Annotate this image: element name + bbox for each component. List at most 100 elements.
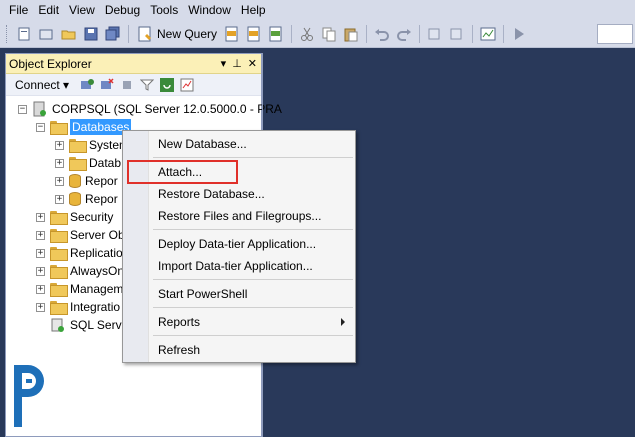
menu-window[interactable]: Window: [183, 3, 236, 17]
node-label: Security: [70, 210, 114, 224]
new-query-button[interactable]: New Query: [137, 26, 217, 42]
navigate-forward-icon[interactable]: [449, 26, 465, 42]
connect-object-icon[interactable]: [80, 78, 95, 92]
object-explorer-title: Object Explorer: [9, 56, 92, 71]
object-explorer-title-bar[interactable]: Object Explorer ▾ ⊥ ✕: [6, 54, 261, 74]
menu-item-attach[interactable]: Attach...: [123, 161, 355, 183]
pin-icon[interactable]: ⊥: [232, 57, 242, 70]
new-project-icon[interactable]: [17, 26, 33, 42]
expand-icon[interactable]: +: [55, 176, 64, 186]
menu-item-import-data-tier[interactable]: Import Data-tier Application...: [123, 255, 355, 277]
tree-node-database-snapshots[interactable]: + Datab: [55, 154, 121, 172]
menu-item-label: Reports: [158, 315, 201, 329]
redo-icon[interactable]: [396, 26, 412, 42]
node-label: Repor: [85, 174, 118, 188]
navigate-backward-icon[interactable]: [427, 26, 443, 42]
node-label: SQL Serve: [70, 318, 129, 332]
database-icon: [69, 174, 81, 188]
toolbar-grip[interactable]: [6, 24, 9, 43]
tree-node-management[interactable]: + Managem: [36, 280, 123, 298]
tree-node-integration-services[interactable]: + Integratio: [36, 298, 120, 316]
menu-item-start-powershell[interactable]: Start PowerShell: [123, 283, 355, 305]
toolbar-separator: [128, 24, 129, 43]
start-debugging-icon[interactable]: [511, 26, 527, 42]
menu-help[interactable]: Help: [236, 3, 271, 17]
expand-icon[interactable]: +: [36, 302, 45, 312]
collapse-icon[interactable]: −: [18, 104, 27, 114]
toolbar-search-box[interactable]: [597, 24, 633, 44]
menu-debug[interactable]: Debug: [100, 3, 145, 17]
expand-icon[interactable]: +: [55, 194, 64, 204]
filter-icon[interactable]: [139, 78, 155, 92]
tree-node-server-objects[interactable]: + Server Ob: [36, 226, 125, 244]
menu-separator: [153, 307, 353, 308]
menu-item-label: Import Data-tier Application...: [158, 259, 313, 273]
toolbar-separator: [291, 24, 293, 43]
menu-view[interactable]: View: [64, 3, 100, 17]
menu-item-reports[interactable]: Reports: [123, 311, 355, 333]
menu-item-new-database[interactable]: New Database...: [123, 133, 355, 155]
activity-monitor-icon[interactable]: [480, 26, 496, 42]
refresh-icon[interactable]: [160, 77, 175, 92]
expand-icon[interactable]: +: [55, 158, 64, 168]
folder-icon: [69, 157, 87, 171]
expand-icon[interactable]: +: [36, 230, 45, 240]
menu-item-restore-files[interactable]: Restore Files and Filegroups...: [123, 205, 355, 227]
open-folder-icon[interactable]: [61, 26, 77, 42]
connect-button[interactable]: Connect ▾: [15, 78, 69, 92]
close-icon[interactable]: ✕: [248, 57, 257, 70]
xmla-query-icon[interactable]: [268, 26, 284, 42]
cut-icon[interactable]: [299, 26, 315, 42]
tree-node-security[interactable]: + Security: [36, 208, 113, 226]
tree-node-databases[interactable]: − Databases: [36, 118, 132, 136]
expand-icon[interactable]: +: [36, 266, 45, 276]
menu-tools[interactable]: Tools: [145, 3, 183, 17]
folder-icon: [50, 121, 68, 135]
expand-icon[interactable]: +: [36, 248, 45, 258]
add-item-icon[interactable]: [39, 26, 55, 42]
undo-icon[interactable]: [374, 26, 390, 42]
menu-item-deploy-data-tier[interactable]: Deploy Data-tier Application...: [123, 233, 355, 255]
copy-icon[interactable]: [321, 26, 337, 42]
save-all-icon[interactable]: [105, 26, 121, 42]
save-icon[interactable]: [83, 26, 99, 42]
tree-node-server[interactable]: − CORPSQL (SQL Server 12.0.5000.0 - PRA: [18, 100, 282, 118]
node-label: Datab: [89, 156, 122, 170]
dmx-query-icon[interactable]: [246, 26, 262, 42]
menu-item-refresh[interactable]: Refresh: [123, 339, 355, 361]
expand-icon[interactable]: +: [36, 284, 45, 294]
menu-item-restore-database[interactable]: Restore Database...: [123, 183, 355, 205]
expand-icon[interactable]: +: [36, 212, 45, 222]
menu-separator: [153, 279, 353, 280]
new-query-label: New Query: [157, 26, 218, 41]
stop-icon[interactable]: [120, 78, 134, 92]
node-label: Integratio: [70, 300, 121, 314]
new-query-icon: [138, 26, 151, 41]
activity-monitor-icon[interactable]: [180, 78, 194, 92]
tree-node-sql-server-agent[interactable]: SQL Serve: [50, 316, 128, 334]
menu-bar: File Edit View Debug Tools Window Help: [0, 0, 635, 20]
node-label: Repor: [85, 192, 118, 206]
node-label: Replicatio: [70, 246, 123, 260]
tree-node-report-server-temp[interactable]: + Repor: [55, 190, 118, 208]
tree-node-report-server[interactable]: + Repor: [55, 172, 118, 190]
paste-icon[interactable]: [343, 26, 359, 42]
object-explorer-toolbar: Connect ▾: [6, 74, 261, 96]
tree-node-alwayson[interactable]: + AlwaysOn: [36, 262, 124, 280]
disconnect-icon[interactable]: [100, 77, 114, 92]
dropdown-icon[interactable]: ▾: [221, 57, 227, 70]
tree-node-system-databases[interactable]: + System: [55, 136, 129, 154]
folder-icon: [50, 211, 68, 225]
menu-file[interactable]: File: [4, 3, 33, 17]
menu-item-label: Deploy Data-tier Application...: [158, 237, 317, 251]
node-label: Managem: [70, 282, 124, 296]
mdx-query-icon[interactable]: [224, 26, 240, 42]
expand-icon[interactable]: +: [55, 140, 64, 150]
menu-edit[interactable]: Edit: [33, 3, 64, 17]
folder-icon: [69, 139, 87, 153]
node-label: AlwaysOn: [70, 264, 125, 278]
tree-node-replication[interactable]: + Replicatio: [36, 244, 123, 262]
toolbar-separator: [472, 24, 474, 43]
collapse-icon[interactable]: −: [36, 122, 45, 132]
menu-separator: [153, 335, 353, 336]
